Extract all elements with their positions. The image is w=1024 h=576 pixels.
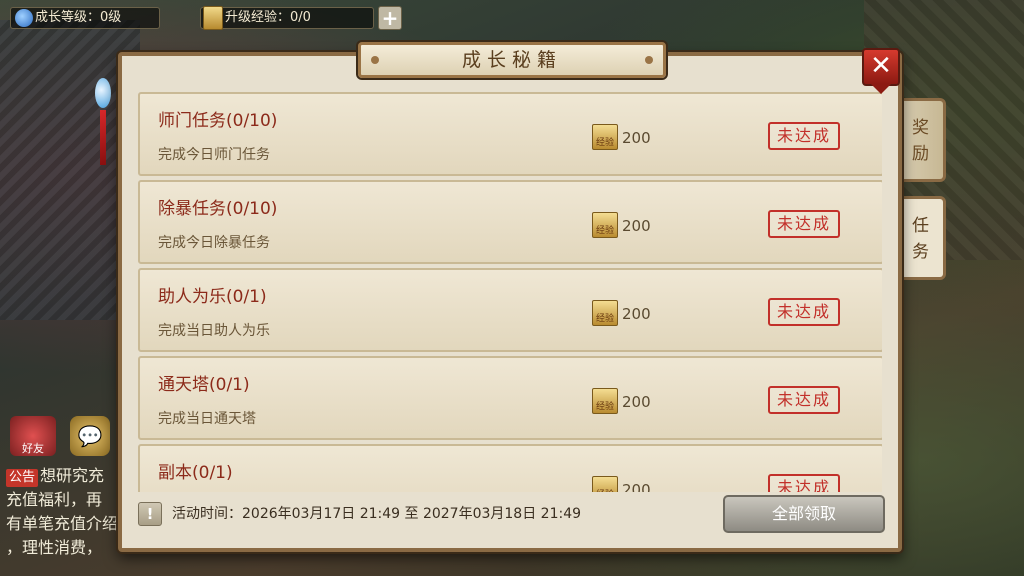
- exp-reward-value: 200: [622, 129, 651, 147]
- task-row: 除暴任务(0/10) 完成今日除暴任务 经验 200 未达成: [138, 180, 882, 264]
- task-list[interactable]: 师门任务(0/10) 完成今日师门任务 经验 200 未达成 除暴任务(0/10)…: [138, 92, 882, 492]
- task-name: 师门任务(0/10): [158, 111, 278, 131]
- task-name: 助人为乐(0/1): [158, 287, 267, 307]
- exp-reward: 经验200: [592, 388, 651, 414]
- tassel-decoration: [100, 110, 106, 165]
- exp-reward-value: 200: [622, 393, 651, 411]
- exp-reward-icon: 经验: [592, 212, 618, 238]
- task-name: 除暴任务(0/10): [158, 199, 278, 219]
- notice-line-4: ，理性消费，: [6, 538, 103, 557]
- growth-level-display: 成长等级：0级: [10, 7, 160, 29]
- notice-line-1: 想研究充: [40, 466, 105, 485]
- exp-reward-icon: 经验: [592, 124, 618, 150]
- status-not-achieved: 未达成: [768, 210, 840, 238]
- task-description: 完成当日通天塔: [158, 411, 256, 427]
- notice-tag: 公告: [6, 469, 39, 487]
- level-icon: [15, 9, 33, 27]
- upgrade-exp-display: 升级经验：0/0: [200, 6, 374, 30]
- exp-reward-icon: 经验: [592, 476, 618, 492]
- announcement-ticker: 公告 想研究充 充值福利，再 有单笔充值介绍 ，理性消费，: [6, 464, 126, 560]
- exp-reward-value: 200: [622, 217, 651, 235]
- gem-icon: [95, 78, 111, 108]
- growth-level-label: 成长等级：0级: [35, 10, 122, 25]
- status-not-achieved: 未达成: [768, 386, 840, 414]
- task-description: 完成当日助人为乐: [158, 323, 270, 339]
- notice-line-2: 充值福利，再: [6, 490, 103, 509]
- chat-button[interactable]: 💬: [70, 416, 110, 456]
- exp-reward-value: 200: [622, 481, 651, 492]
- friend-button[interactable]: 好友: [10, 416, 56, 456]
- panel-title: 成长秘籍: [358, 42, 666, 78]
- close-button[interactable]: ✕: [862, 48, 900, 94]
- status-not-achieved: 未达成: [768, 122, 840, 150]
- task-row: 师门任务(0/10) 完成今日师门任务 经验 200 未达成: [138, 92, 882, 176]
- task-row: 助人为乐(0/1) 完成当日助人为乐 经验 200 未达成: [138, 268, 882, 352]
- pendant-ornament: [95, 78, 111, 178]
- status-not-achieved: 未达成: [768, 298, 840, 326]
- tab-rewards[interactable]: 奖 励: [898, 98, 946, 182]
- exp-reward: 经验200: [592, 124, 651, 150]
- task-description: 完成今日除暴任务: [158, 235, 270, 251]
- claim-all-button[interactable]: 全部领取: [723, 495, 885, 533]
- tab-rewards-label: 奖 励: [912, 118, 929, 164]
- warning-icon: !: [138, 502, 162, 526]
- exp-reward: 经验200: [592, 212, 651, 238]
- task-row: 副本(0/1) 经验 200 未达成: [138, 444, 882, 492]
- tab-tasks[interactable]: 任 务: [898, 196, 946, 280]
- friend-label: 好友: [22, 442, 44, 455]
- close-icon: ✕: [870, 51, 892, 81]
- task-row: 通天塔(0/1) 完成当日通天塔 经验 200 未达成: [138, 356, 882, 440]
- growth-secrets-panel: 师门任务(0/10) 完成今日师门任务 经验 200 未达成 除暴任务(0/10)…: [118, 52, 902, 552]
- tab-tasks-label: 任 务: [912, 216, 929, 262]
- chat-bubble-icon: 💬: [77, 424, 103, 448]
- exp-book-icon: [203, 6, 223, 30]
- exp-reward: 经验200: [592, 300, 651, 326]
- task-name: 副本(0/1): [158, 463, 233, 483]
- task-description: 完成今日师门任务: [158, 147, 270, 163]
- exp-reward: 经验 200: [592, 476, 651, 492]
- exp-reward-icon: 经验: [592, 388, 618, 414]
- event-time-label: 活动时间：2026年03月17日 21:49 至 2027年03月18日 21:…: [172, 506, 582, 522]
- event-time-info: ! 活动时间：2026年03月17日 21:49 至 2027年03月18日 2…: [138, 500, 581, 528]
- upgrade-exp-label: 升级经验：0/0: [225, 10, 311, 25]
- status-not-achieved: 未达成: [768, 474, 840, 492]
- exp-reward-icon: 经验: [592, 300, 618, 326]
- exp-reward-value: 200: [622, 305, 651, 323]
- task-name: 通天塔(0/1): [158, 375, 250, 395]
- notice-line-3: 有单笔充值介绍: [6, 514, 119, 533]
- add-exp-button[interactable]: +: [378, 6, 402, 30]
